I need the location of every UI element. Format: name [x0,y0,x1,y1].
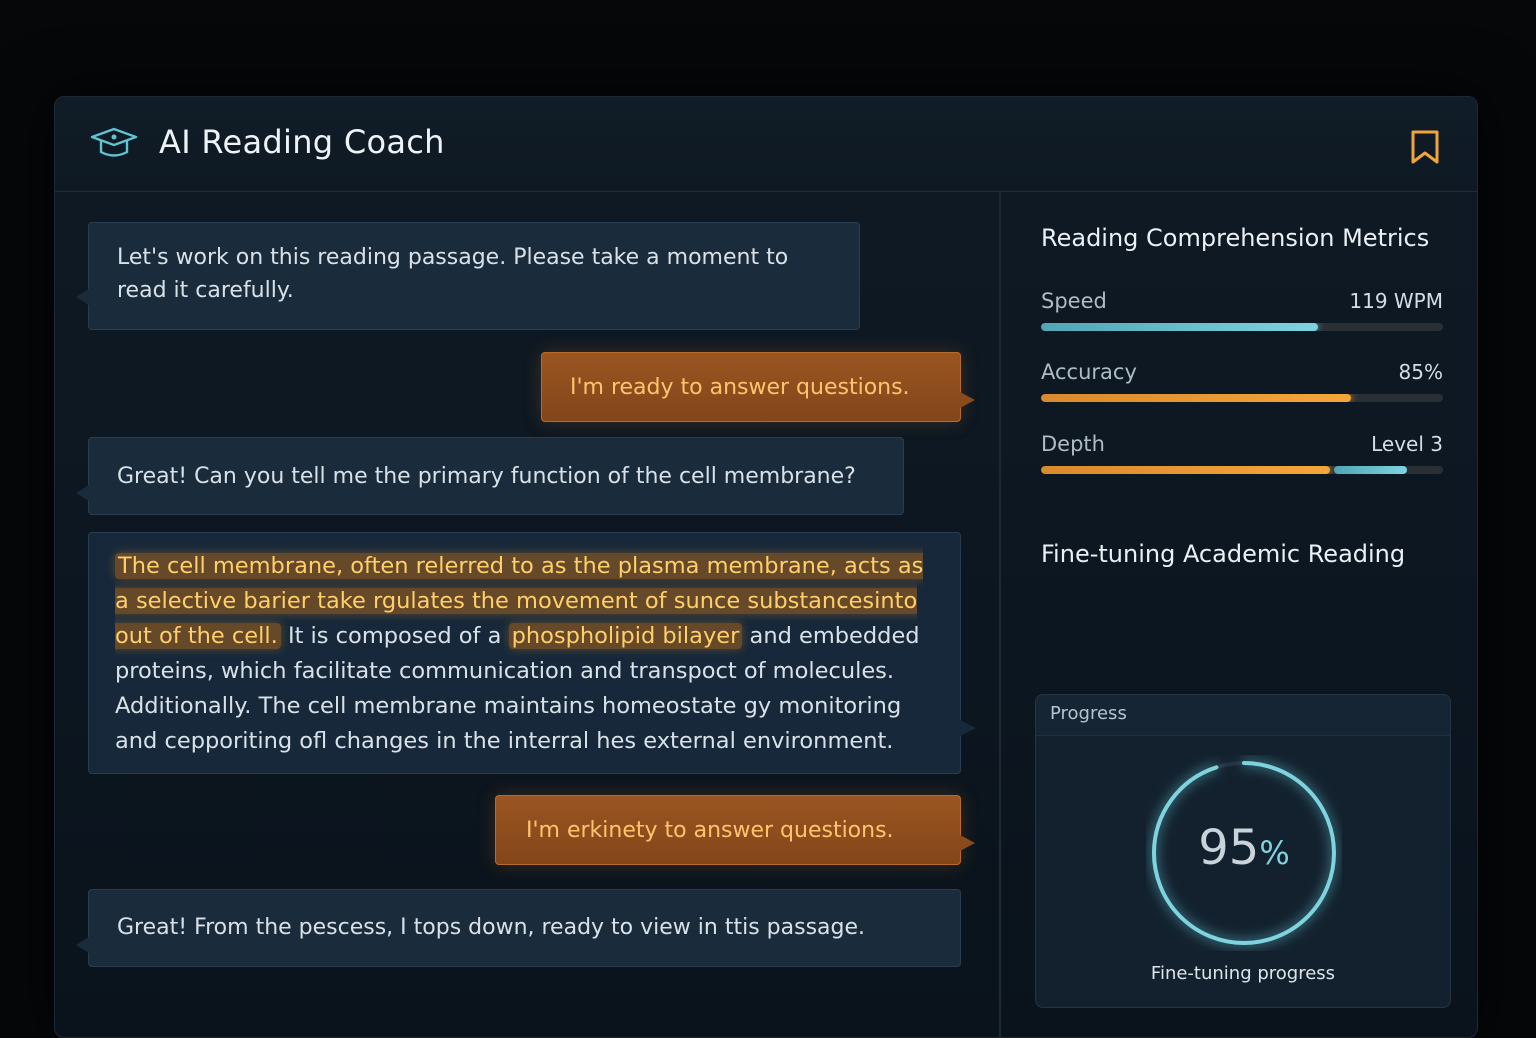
chat-panel: Let's work on this reading passage. Plea… [55,192,999,1037]
metric-value: 85% [1398,360,1443,384]
reading-passage: The cell membrane, often relerred to as … [88,532,976,774]
progress-caption: Fine-tuning progress [1150,963,1336,984]
message-text: I'm erkinety to answer questions. [526,818,894,843]
passage-text: It is composed of a [280,623,509,649]
progress-track [1041,394,1443,402]
progress-fill-secondary [1334,466,1407,474]
app-window: AI Reading Coach Let's work on this read… [54,96,1478,1038]
metric-label: Depth [1041,432,1105,456]
message-text: Great! Can you tell me the primary funct… [117,464,856,489]
progress-track [1041,323,1443,331]
metric-value: Level 3 [1371,432,1443,456]
message-text: Let's work on this reading passage. Plea… [117,245,789,303]
percent-number: 95 [1198,820,1260,876]
bookmark-icon[interactable] [1409,129,1441,165]
coach-message: Great! Can you tell me the primary funct… [76,437,904,515]
coach-message: Let's work on this reading passage. Plea… [76,222,860,330]
app-header: AI Reading Coach [55,97,1477,192]
card-header-label: Progress [1050,703,1127,724]
progress-card: Progress 95% Fine-tuning progress [1035,694,1451,1008]
card-header: Progress [1036,695,1450,736]
user-message: I'm ready to answer questions. [541,352,975,422]
metrics-title: Reading Comprehension Metrics [1041,224,1430,252]
finetune-title: Fine-tuning Academic Reading [1041,540,1406,568]
progress-percent: 95% [1146,820,1342,876]
metric-value: 119 WPM [1349,289,1443,313]
metric-accuracy: Accuracy 85% [1041,360,1443,410]
metric-depth: Depth Level 3 [1041,432,1443,482]
metric-label: Accuracy [1041,360,1137,384]
message-text: I'm ready to answer questions. [570,375,910,400]
graduation-cap-icon [90,127,138,157]
metric-label: Speed [1041,289,1107,313]
percent-sign: % [1259,834,1290,872]
metric-speed: Speed 119 WPM [1041,289,1443,339]
highlighted-text[interactable]: phospholipid bilayer [508,623,743,649]
metrics-sidebar: Reading Comprehension Metrics Speed 119 … [1001,192,1477,1037]
app-title: AI Reading Coach [159,123,445,161]
progress-fill [1041,323,1319,331]
progress-fill [1041,466,1331,474]
progress-fill [1041,394,1351,402]
user-message: I'm erkinety to answer questions. [495,795,975,865]
message-text: Great! From the pescess, I tops down, re… [117,915,865,940]
progress-track [1041,466,1443,474]
coach-message: Great! From the pescess, I tops down, re… [76,889,961,967]
